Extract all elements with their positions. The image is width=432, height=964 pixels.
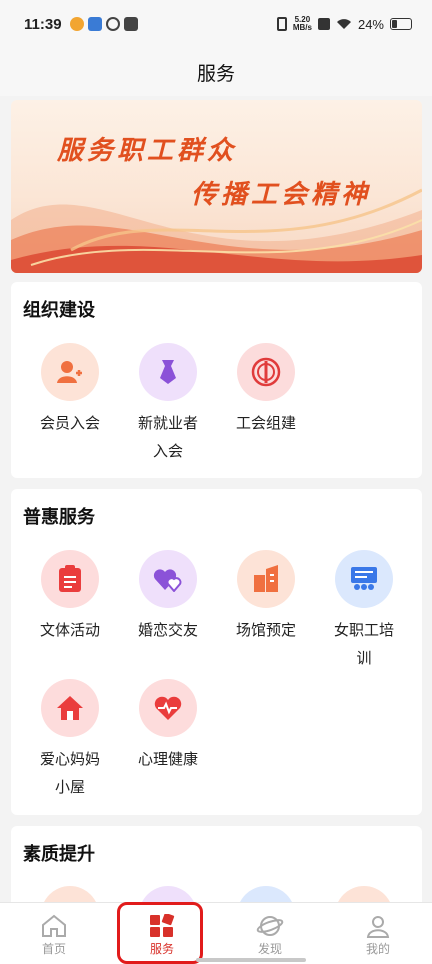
close-box-icon: [317, 18, 330, 30]
banner[interactable]: 服务职工群众 传播工会精神: [11, 100, 422, 273]
planet-icon: [256, 916, 284, 936]
status-time: 11:39: [24, 15, 62, 33]
grid-item-label: 新就业者入会: [137, 414, 198, 460]
grid-item-female-training[interactable]: 女职工培训: [315, 550, 413, 672]
tab-service[interactable]: 服务: [108, 903, 216, 964]
status-bar: 11:39 5.20 MB/s 24%: [0, 0, 432, 48]
building-icon: [237, 550, 295, 608]
grid-item-label: 场馆预定: [235, 621, 296, 639]
grid-item-mental-health[interactable]: 心理健康: [119, 679, 217, 773]
weibo-icon: [69, 17, 84, 31]
home-indicator: [196, 958, 306, 962]
grid-item-member-join[interactable]: 会员入会: [21, 343, 119, 437]
battery-icon: [390, 18, 412, 30]
section-title: 组织建设: [23, 300, 95, 321]
training-board-icon: [335, 550, 393, 608]
net-speed-unit: MB/s: [292, 23, 312, 32]
link-icon: [105, 17, 120, 31]
wifi-icon: [336, 19, 351, 29]
grid-item-new-employment[interactable]: 新就业者入会: [119, 343, 217, 465]
net-speed: 5.20 MB/s: [293, 16, 312, 32]
grid-item-venue-booking[interactable]: 场馆预定: [217, 550, 315, 644]
grid-item-union-setup[interactable]: 工会组建: [217, 343, 315, 437]
grid-item-mom-room[interactable]: 爱心妈妈小屋: [21, 679, 119, 801]
member-join-icon: [41, 343, 99, 401]
banner-line1: 服务职工群众: [57, 136, 238, 166]
tab-label: 服务: [149, 942, 174, 956]
section-title: 普惠服务: [23, 507, 95, 528]
grid-item-label: 心理健康: [137, 750, 198, 768]
clipboard-icon: [41, 550, 99, 608]
tab-mine[interactable]: 我的: [324, 903, 432, 964]
tab-label: 我的: [365, 942, 390, 956]
section-org: 组织建设 会员入会 新就业者入会 工会组建: [11, 282, 422, 478]
house-icon: [41, 679, 99, 737]
tab-label: 发现: [257, 942, 282, 956]
vibrate-icon: [276, 17, 287, 31]
heartbeat-icon: [139, 679, 197, 737]
grid-item-label: 会员入会: [39, 414, 100, 432]
banner-line2: 传播工会精神: [191, 180, 372, 210]
grid-item-sports-culture[interactable]: 文体活动: [21, 550, 119, 644]
tab-label: 首页: [41, 942, 66, 956]
section-title: 素质提升: [23, 844, 95, 865]
battery-level: 24%: [357, 16, 384, 32]
nav-header: 服务: [0, 48, 432, 96]
grid-item-label: 文体活动: [39, 621, 100, 639]
union-emblem-icon: [237, 343, 295, 401]
message-icon: [123, 17, 138, 31]
grid-item-dating[interactable]: 婚恋交友: [119, 550, 217, 644]
bottom-tab-bar: 首页 服务 发现 我的: [0, 902, 432, 964]
tie-icon: [139, 343, 197, 401]
notification-icons: [69, 17, 138, 31]
hearts-icon: [139, 550, 197, 608]
page-title: 服务: [196, 62, 235, 85]
tab-discover[interactable]: 发现: [216, 903, 324, 964]
status-right: 5.20 MB/s 24%: [276, 16, 412, 32]
service-grid-icon: [150, 914, 175, 937]
grid-item-label: 爱心妈妈小屋: [39, 750, 100, 796]
tab-home[interactable]: 首页: [0, 903, 108, 964]
grid-item-label: 婚恋交友: [137, 621, 198, 639]
grid-item-label: 女职工培训: [333, 621, 394, 667]
home-icon: [42, 914, 66, 937]
section-benefits: 普惠服务 文体活动 婚恋交友 场馆预定 女职工培训 爱心妈妈小屋 心理健康: [11, 489, 422, 815]
grid-item-label: 工会组建: [235, 414, 296, 432]
user-icon: [366, 916, 390, 938]
app-notification-icon: [87, 17, 102, 31]
